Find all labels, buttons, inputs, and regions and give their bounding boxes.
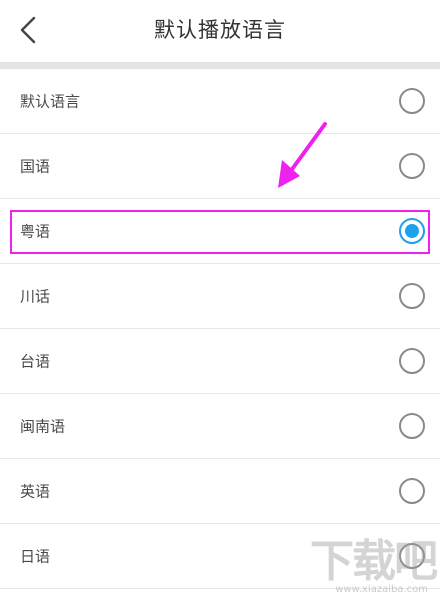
- language-label: 川话: [20, 287, 51, 306]
- language-label: 日语: [20, 547, 51, 566]
- radio-button-selected[interactable]: [399, 218, 425, 244]
- language-option-japanese[interactable]: 日语: [0, 524, 440, 589]
- radio-button[interactable]: [399, 283, 425, 309]
- language-option-taiwanese[interactable]: 台语: [0, 329, 440, 394]
- radio-button[interactable]: [399, 413, 425, 439]
- language-option-minnan[interactable]: 闽南语: [0, 394, 440, 459]
- section-divider: [0, 62, 440, 69]
- language-option-sichuanese[interactable]: 川话: [0, 264, 440, 329]
- language-label: 默认语言: [20, 92, 81, 111]
- radio-button[interactable]: [399, 88, 425, 114]
- page-title: 默认播放语言: [154, 18, 286, 42]
- language-option-english[interactable]: 英语: [0, 459, 440, 524]
- language-label: 台语: [20, 352, 51, 371]
- language-list: 默认语言 国语 粤语 川话 台语 闽南语 英语 日语: [0, 69, 440, 589]
- language-label: 粤语: [20, 222, 51, 241]
- radio-button[interactable]: [399, 543, 425, 569]
- app-header: 默认播放语言: [0, 0, 440, 62]
- language-option-mandarin[interactable]: 国语: [0, 134, 440, 199]
- language-label: 英语: [20, 482, 51, 501]
- language-option-default[interactable]: 默认语言: [0, 69, 440, 134]
- language-label: 闽南语: [20, 417, 66, 436]
- language-option-cantonese[interactable]: 粤语: [0, 199, 440, 264]
- radio-button[interactable]: [399, 348, 425, 374]
- language-label: 国语: [20, 157, 51, 176]
- radio-button[interactable]: [399, 478, 425, 504]
- radio-button[interactable]: [399, 153, 425, 179]
